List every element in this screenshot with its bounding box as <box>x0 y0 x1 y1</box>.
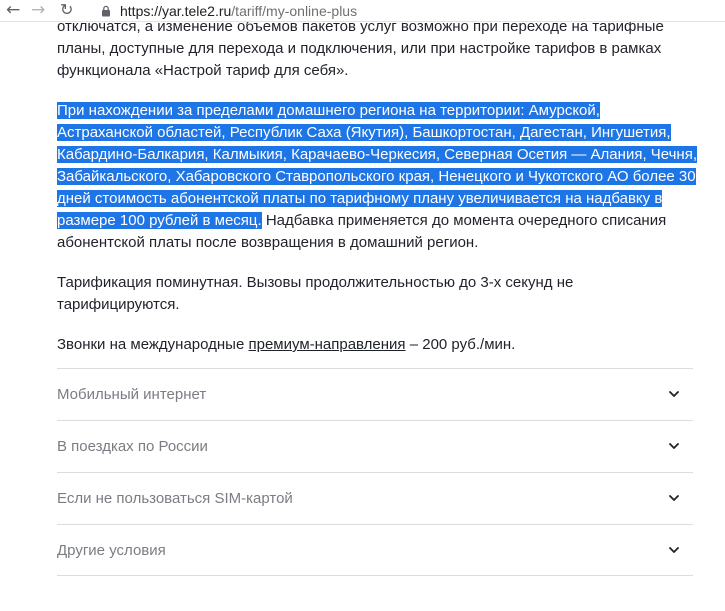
accordion-mobile-internet[interactable]: Мобильный интернет <box>57 368 693 420</box>
forward-arrow-icon[interactable]: → <box>31 1 45 19</box>
url-path: /tariff/my-online-plus <box>231 3 358 19</box>
chevron-down-icon[interactable] <box>669 441 679 451</box>
chevron-down-icon[interactable] <box>669 389 679 399</box>
address-bar[interactable]: https://yar.tele2.ru/tariff/my-online-pl… <box>120 2 357 20</box>
premium-directions-link[interactable]: премиум-направления <box>248 336 405 353</box>
reload-icon[interactable]: ↻ <box>60 1 73 19</box>
chevron-down-icon[interactable] <box>669 545 679 555</box>
accordion-label: В поездках по России <box>57 438 208 455</box>
chevron-down-icon[interactable] <box>669 493 679 503</box>
browser-toolbar: ← → ↻ https://yar.tele2.ru/tariff/my-onl… <box>0 0 725 22</box>
accordion-russia-trips[interactable]: В поездках по России <box>57 420 693 472</box>
intl-suffix: – 200 руб./мин. <box>405 336 516 353</box>
conditions-accordion: Мобильный интернет В поездках по России … <box>57 368 693 576</box>
selected-text: При нахождении за пределами домашнего ре… <box>57 102 698 229</box>
accordion-sim-unused[interactable]: Если не пользоваться SIM-картой <box>57 472 693 524</box>
intl-prefix: Звонки на международные <box>57 336 249 353</box>
international-calls-paragraph: Звонки на международные премиум-направле… <box>57 334 697 356</box>
lock-icon <box>102 5 110 17</box>
url-host: https://yar.tele2.ru <box>120 3 232 19</box>
accordion-label: Мобильный интернет <box>57 386 207 403</box>
billing-paragraph: Тарификация поминутная. Вызовы продолжит… <box>57 274 574 313</box>
roaming-paragraph: При нахождении за пределами домашнего ре… <box>57 100 698 254</box>
tariff-conditions-text: отключатся, а изменение объемов пакетов … <box>57 18 698 356</box>
back-arrow-icon[interactable]: ← <box>6 1 20 19</box>
packages-paragraph: отключатся, а изменение объемов пакетов … <box>57 18 664 79</box>
accordion-label: Если не пользоваться SIM-картой <box>57 490 293 507</box>
accordion-label: Другие условия <box>57 542 166 559</box>
accordion-other-conditions[interactable]: Другие условия <box>57 524 693 576</box>
